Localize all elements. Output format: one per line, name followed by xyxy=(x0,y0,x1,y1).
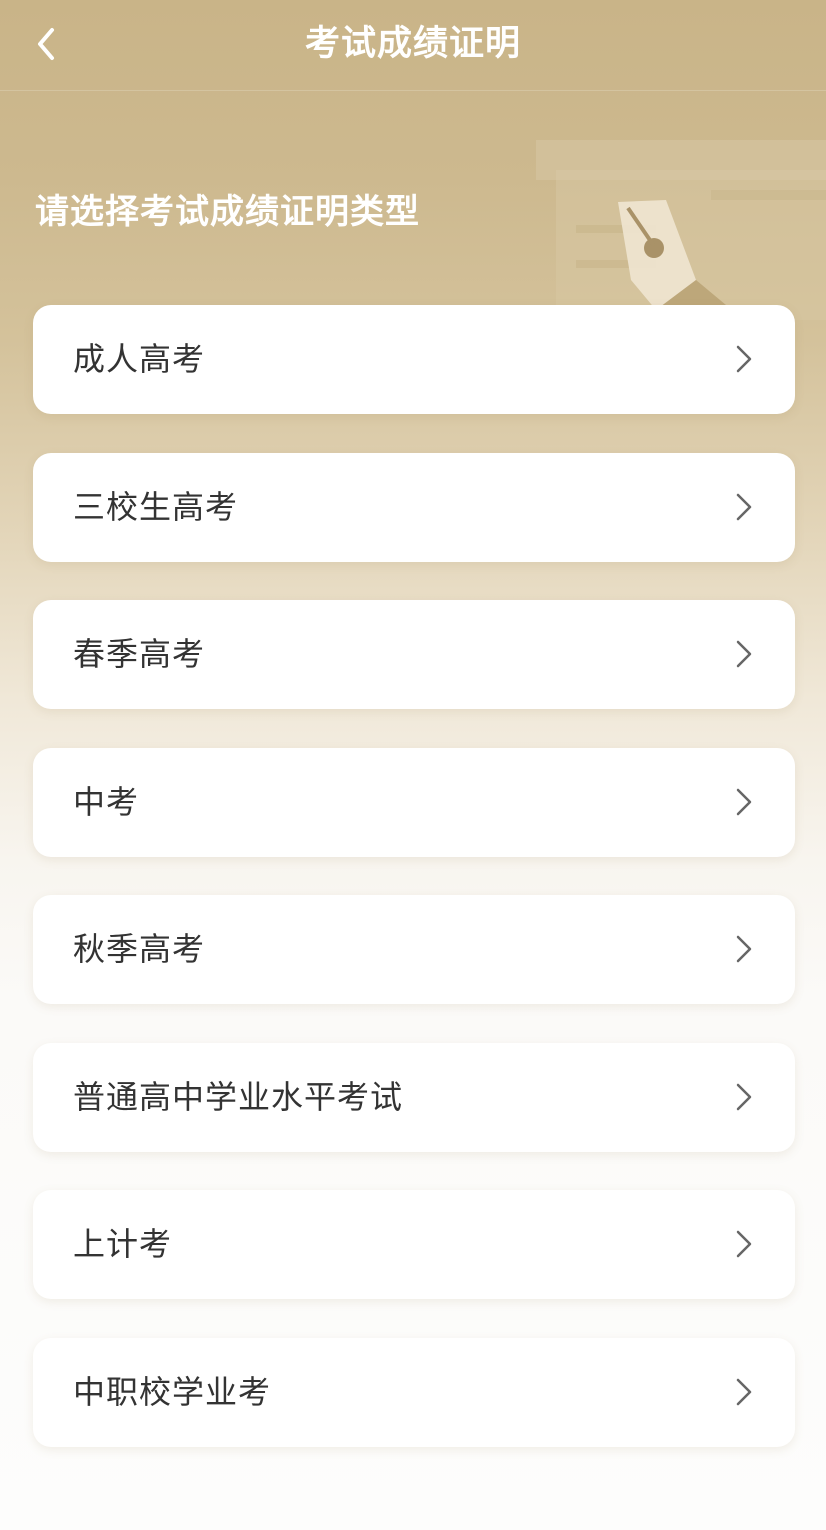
list-item[interactable]: 三校生高考 xyxy=(33,452,795,562)
chevron-right-icon xyxy=(736,640,752,668)
section-prompt: 请选择考试成绩证明类型 xyxy=(35,192,420,232)
list-item-label: 中职校学业考 xyxy=(73,1372,272,1411)
list-item[interactable]: 中职校学业考 xyxy=(33,1337,795,1447)
chevron-right-icon xyxy=(736,788,752,815)
nav-bar: 考试成绩证明 xyxy=(0,0,826,91)
chevron-right-icon xyxy=(736,345,752,373)
list-item[interactable]: 普通高中学业水平考试 xyxy=(33,1042,795,1152)
chevron-right-icon xyxy=(736,1378,752,1405)
list-item-label: 三校生高考 xyxy=(73,487,239,526)
list-item-label: 中考 xyxy=(73,782,140,821)
list-item[interactable]: 成人高考 xyxy=(33,305,795,414)
list-item-label: 上计考 xyxy=(73,1225,173,1263)
list-item-label: 春季高考 xyxy=(73,635,206,673)
chevron-right-icon xyxy=(736,935,752,963)
list-item[interactable]: 秋季高考 xyxy=(33,895,795,1004)
list-item[interactable]: 春季高考 xyxy=(33,600,795,709)
list-item[interactable]: 中考 xyxy=(33,747,795,857)
fountain-pen-icon xyxy=(536,140,826,320)
chevron-right-icon xyxy=(736,493,752,520)
list-item[interactable]: 上计考 xyxy=(33,1190,795,1299)
chevron-right-icon xyxy=(736,1083,752,1110)
chevron-right-icon xyxy=(736,1230,752,1258)
exam-type-list: 成人高考 三校生高考 春季高考 中考 秋季高考 普通高中学业水平考试 上计考 中… xyxy=(33,305,795,1485)
list-item-label: 普通高中学业水平考试 xyxy=(73,1077,404,1116)
list-item-label: 成人高考 xyxy=(73,340,206,378)
page-title: 考试成绩证明 xyxy=(304,24,521,64)
list-item-label: 秋季高考 xyxy=(73,930,206,968)
